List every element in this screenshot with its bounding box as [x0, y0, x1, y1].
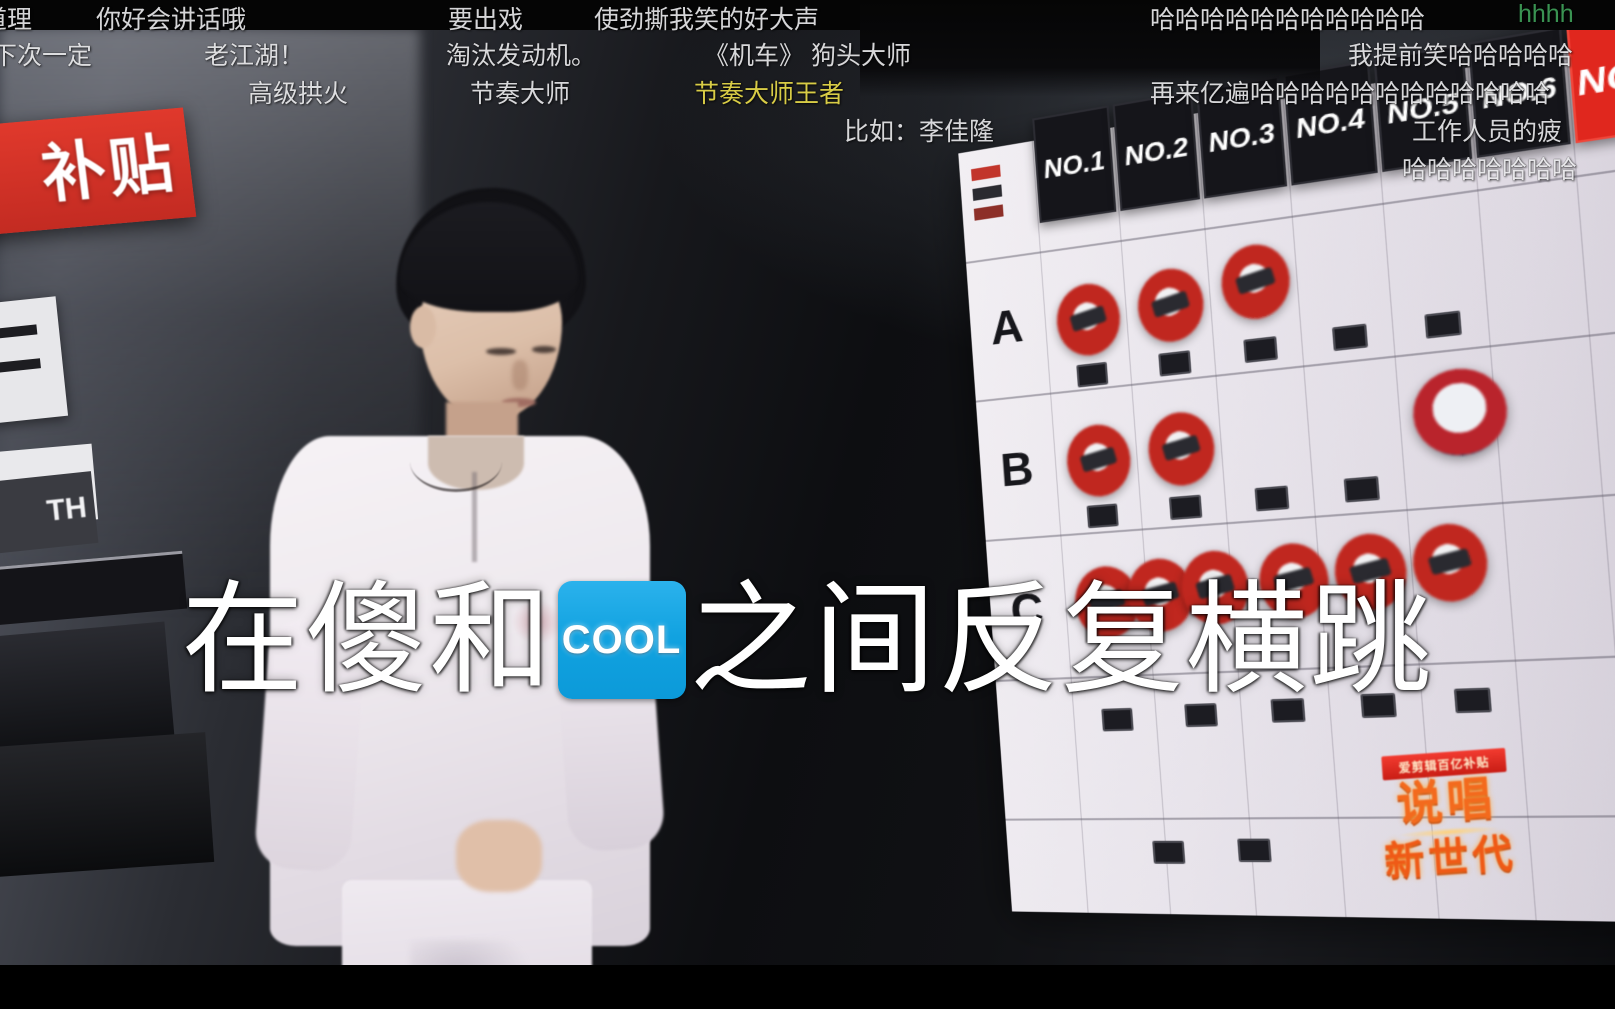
scoreboard-chip — [1331, 323, 1369, 352]
scoreboard-col-no7-label: NO.7 — [1575, 46, 1615, 104]
scoreboard-chip — [1168, 494, 1203, 521]
show-logo-line1: 说唱 — [1394, 771, 1499, 831]
scoreboard-chip — [1101, 707, 1134, 732]
scoreboard-col-no2: NO.2 — [1112, 90, 1201, 212]
scoreboard-row-c: C — [1002, 578, 1052, 641]
scoreboard-row-a: A — [982, 294, 1031, 360]
scoreboard-row-b-label: B — [998, 441, 1035, 497]
letterbox-bottom — [0, 965, 1615, 1009]
scoreboard-chip — [1343, 475, 1380, 503]
scoreboard-chip — [1254, 485, 1290, 512]
performer-hands — [456, 820, 542, 892]
scoreboard-chip — [1424, 310, 1462, 339]
left-red-banner: 补贴 — [0, 107, 197, 239]
scoreboard-col-no6: NO.6 — [1467, 26, 1571, 158]
performer-necklace — [410, 432, 502, 492]
scoreboard-chip — [1086, 503, 1119, 529]
video-screenshot: 补贴 TH NO.1 NO.2 NO.3 NO.4 NO.5 NO.6 NO.7… — [0, 0, 1615, 1009]
scoreboard-col-no1-label: NO.1 — [1042, 143, 1106, 185]
performer-shorts-fold — [410, 940, 530, 965]
scoreboard-chip — [1158, 350, 1192, 377]
scoreboard-chip — [1243, 336, 1278, 364]
scoreboard-chip — [1152, 840, 1186, 864]
performer-arm-left — [253, 616, 367, 874]
scoreboard-row-b: B — [992, 437, 1041, 501]
show-logo-line2: 新世代 — [1383, 831, 1518, 885]
scoreboard-col-no6-label: NO.6 — [1480, 68, 1558, 116]
performer-eye-right — [532, 346, 556, 353]
performer-arm-right — [554, 616, 666, 854]
scoreboard-col-no5-label: NO.5 — [1386, 85, 1460, 131]
scoreboard-chip — [1360, 692, 1397, 719]
performer-ear — [410, 306, 436, 348]
stage-panel-th: TH — [0, 471, 99, 557]
scoreboard-legend — [970, 164, 1009, 247]
video-frame[interactable]: 补贴 TH NO.1 NO.2 NO.3 NO.4 NO.5 NO.6 NO.7… — [0, 0, 1615, 965]
scoreboard-col-no1: NO.1 — [1032, 105, 1117, 224]
scoreboard-chip — [1453, 687, 1492, 714]
scoreboard-chip — [1184, 703, 1218, 728]
stage-panel-strip-3 — [0, 732, 215, 878]
scoreboard-col-no5: NO.5 — [1373, 43, 1473, 173]
left-red-banner-text: 补贴 — [37, 127, 181, 211]
scoreboard: NO.1 NO.2 NO.3 NO.4 NO.5 NO.6 NO.7 A B C — [958, 6, 1615, 924]
letterbox-top-band — [0, 0, 1615, 30]
show-logo: 爱剪辑百亿补贴 说唱 新世代 — [1377, 747, 1518, 897]
scoreboard-col-no3-label: NO.3 — [1207, 115, 1276, 159]
scoreboard-row-a-label: A — [988, 298, 1025, 355]
scoreboard-chip — [1237, 838, 1272, 863]
scoreboard-chip — [1270, 698, 1306, 723]
stage-panel-th-text: TH — [45, 490, 89, 528]
scoreboard-col-no2-label: NO.2 — [1123, 129, 1189, 172]
scoreboard-col-no4-label: NO.4 — [1295, 100, 1366, 145]
scoreboard-chip — [1076, 361, 1109, 388]
performer — [250, 180, 670, 965]
performer-shirt-print — [512, 600, 562, 644]
letterbox-top-band-secondary — [860, 0, 1320, 96]
scoreboard-row-c-label: C — [1008, 582, 1046, 637]
performer-nose — [512, 360, 528, 390]
performer-eye-left — [486, 348, 516, 355]
